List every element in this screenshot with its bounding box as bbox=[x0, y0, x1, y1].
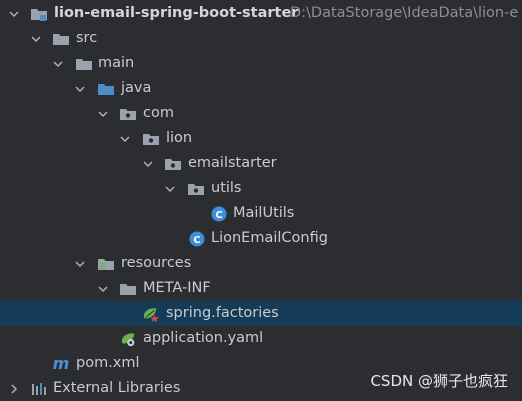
folder-icon bbox=[75, 55, 93, 72]
libraries-icon bbox=[30, 380, 48, 397]
resources-folder-icon bbox=[97, 255, 115, 272]
chevron-down-icon[interactable] bbox=[163, 176, 177, 201]
tree-label-com: com bbox=[143, 105, 174, 121]
tree-row-springfactories[interactable]: spring.factories bbox=[0, 301, 522, 326]
watermark: CSDN @狮子也疯狂 bbox=[370, 372, 508, 390]
folder-icon bbox=[119, 280, 137, 297]
source-folder-icon bbox=[97, 80, 115, 97]
tree-row-metainf[interactable]: META-INF bbox=[0, 276, 522, 301]
chevron-down-icon[interactable] bbox=[51, 51, 65, 76]
spring-factories-icon bbox=[142, 305, 160, 322]
class-icon: C bbox=[210, 205, 228, 222]
tree-label-utils: utils bbox=[211, 180, 242, 196]
tree-row-main[interactable]: main bbox=[0, 51, 522, 76]
tree-label-pomxml: pom.xml bbox=[76, 355, 140, 371]
tree-label-emailstarter: emailstarter bbox=[188, 155, 277, 171]
package-icon bbox=[187, 180, 205, 197]
tree-row-lion[interactable]: lion bbox=[0, 126, 522, 151]
tree-row-emailstarter[interactable]: emailstarter bbox=[0, 151, 522, 176]
tree-label-java: java bbox=[121, 80, 152, 96]
tree-label-metainf: META-INF bbox=[143, 280, 211, 296]
tree-label-mailutils: MailUtils bbox=[233, 205, 295, 221]
chevron-down-icon[interactable] bbox=[7, 1, 21, 26]
class-icon: C bbox=[188, 230, 206, 247]
tree-label-resources: resources bbox=[121, 255, 192, 271]
project-name: lion-email-spring-boot-starter bbox=[54, 5, 299, 21]
tree-label-main: main bbox=[98, 55, 135, 71]
tree-row-java[interactable]: java bbox=[0, 76, 522, 101]
package-icon bbox=[119, 105, 137, 122]
class-icon-letter: C bbox=[193, 235, 200, 246]
maven-icon: m bbox=[52, 354, 70, 373]
tree-row-com[interactable]: com bbox=[0, 101, 522, 126]
tree-label-springfactories: spring.factories bbox=[166, 305, 279, 321]
tree-label-applicationyaml: application.yaml bbox=[143, 330, 264, 346]
module-folder-icon bbox=[30, 5, 48, 22]
class-icon-letter: C bbox=[215, 210, 222, 221]
chevron-right-icon[interactable] bbox=[7, 376, 21, 401]
tree-row-lionemailconfig[interactable]: C LionEmailConfig bbox=[0, 226, 522, 251]
tree-row-utils[interactable]: utils bbox=[0, 176, 522, 201]
tree-label-lion: lion bbox=[166, 130, 193, 146]
tree-row-mailutils[interactable]: C MailUtils bbox=[0, 201, 522, 226]
folder-icon bbox=[52, 30, 70, 47]
chevron-down-icon[interactable] bbox=[141, 151, 155, 176]
chevron-down-icon[interactable] bbox=[96, 101, 110, 126]
chevron-down-icon[interactable] bbox=[96, 276, 110, 301]
tree-row-project-root[interactable]: lion-email-spring-boot-starter D:\DataSt… bbox=[0, 1, 522, 26]
chevron-down-icon[interactable] bbox=[73, 76, 87, 101]
chevron-down-icon[interactable] bbox=[29, 26, 43, 51]
tree-label-lionemailconfig: LionEmailConfig bbox=[211, 230, 328, 246]
tree-label-externallibraries: External Libraries bbox=[53, 380, 181, 396]
package-icon bbox=[164, 155, 182, 172]
project-path: D:\DataStorage\IdeaData\lion-e bbox=[290, 5, 519, 21]
tree-row-src[interactable]: src bbox=[0, 26, 522, 51]
package-icon bbox=[142, 130, 160, 147]
tree-row-applicationyaml[interactable]: application.yaml bbox=[0, 326, 522, 351]
chevron-down-icon[interactable] bbox=[73, 251, 87, 276]
tree-row-resources[interactable]: resources bbox=[0, 251, 522, 276]
spring-config-icon bbox=[120, 330, 138, 347]
chevron-down-icon[interactable] bbox=[118, 126, 132, 151]
tree-label-src: src bbox=[76, 30, 98, 46]
